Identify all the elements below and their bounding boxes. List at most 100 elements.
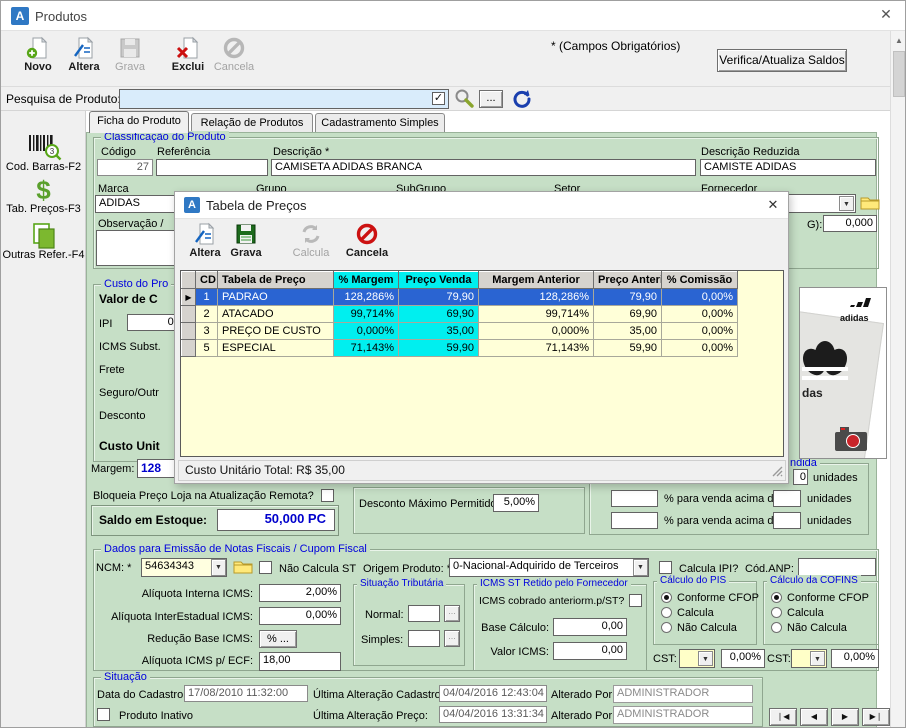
normal-field[interactable] <box>408 605 440 622</box>
col-tabela[interactable]: Tabela de Preço <box>218 272 334 289</box>
novo-button[interactable]: Novo <box>15 36 61 73</box>
produtos-window: A Produtos ✕ Novo Altera Grava Exclui Ca… <box>0 0 906 728</box>
cofins-radio-calcula[interactable] <box>771 607 782 618</box>
desconto-max-box <box>353 487 585 534</box>
pis-cst-pct-field[interactable]: 0,00% <box>721 649 765 668</box>
search-checkbox[interactable]: ✓ <box>432 92 445 105</box>
col-cd[interactable]: CD <box>196 272 218 289</box>
normal-more-button[interactable]: ... <box>444 605 460 622</box>
dialog-grava-button[interactable]: Grava <box>225 222 267 259</box>
pis-radio-calcula[interactable] <box>661 607 672 618</box>
dialog-close-icon[interactable]: ✕ <box>763 197 783 215</box>
peso-field[interactable]: 0,000 <box>823 215 877 232</box>
sidebar-item-cod-barras[interactable]: 3 Cod. Barras-F2 <box>1 133 86 173</box>
cofins-cst-dropdown-icon[interactable]: ▼ <box>810 651 825 666</box>
tab-ficha-do-produto[interactable]: Ficha do Produto <box>89 111 189 133</box>
product-image[interactable]: adidas das <box>799 287 887 459</box>
aliq-inter-field[interactable]: 0,00% <box>259 607 341 625</box>
pis-cst-combo[interactable]: ▼ <box>679 649 715 668</box>
bloqueia-checkbox[interactable] <box>321 489 334 502</box>
vertical-scrollbar[interactable]: ▲ <box>890 31 906 728</box>
dialog-cancela-button[interactable]: Cancela <box>343 222 391 259</box>
icms-cobrado-checkbox[interactable] <box>629 594 642 607</box>
ncm-folder-icon[interactable] <box>233 559 253 574</box>
pct-acima-field-2[interactable] <box>611 512 658 529</box>
col-preco-anterior[interactable]: Preço Anterior <box>594 272 662 289</box>
pct-acima-field-1[interactable] <box>611 490 658 507</box>
col-margem-anterior[interactable]: Margem Anterior <box>479 272 594 289</box>
saldo-field[interactable]: 50,000 PC <box>217 509 335 531</box>
exclui-button[interactable]: Exclui <box>165 36 211 73</box>
ncm-dropdown-icon[interactable]: ▼ <box>211 559 226 576</box>
table-row-padrao[interactable]: ▶ 1 PADRAO 128,286% 79,90 128,286% 79,90… <box>182 289 738 306</box>
scrollbar-thumb[interactable] <box>893 51 905 97</box>
table-row-especial[interactable]: 5 ESPECIAL 71,143% 59,90 71,143% 59,90 0… <box>182 340 738 357</box>
scroll-up-icon[interactable]: ▲ <box>892 33 906 48</box>
verify-saldos-button[interactable]: Verifica/Atualiza Saldos <box>717 49 847 72</box>
pis-cst-dropdown-icon[interactable]: ▼ <box>698 651 713 666</box>
qtd-acima-field-1[interactable] <box>773 490 801 507</box>
simples-more-button[interactable]: ... <box>444 630 460 647</box>
table-row-atacado[interactable]: 2 ATACADO 99,714% 69,90 99,714% 69,90 0,… <box>182 306 738 323</box>
codigo-field[interactable]: 27 <box>97 159 153 176</box>
origem-label: Origem Produto: * <box>363 563 451 575</box>
produto-inativo-checkbox[interactable] <box>97 708 110 721</box>
cofins-cst-pct-field[interactable]: 0,00% <box>831 649 879 668</box>
cofins-radio-cfop[interactable] <box>771 592 782 603</box>
tab-cadastramento-simples[interactable]: Cadastramento Simples <box>315 113 445 133</box>
origem-dropdown-icon[interactable]: ▼ <box>633 559 648 576</box>
nav-prev-button[interactable]: ◀ <box>800 708 828 726</box>
cod-anp-field[interactable] <box>798 558 876 576</box>
qtd-acima-field-2[interactable] <box>773 512 801 529</box>
tab-relacao-de-produtos[interactable]: Relação de Produtos <box>191 113 313 133</box>
resize-grip-icon[interactable] <box>772 466 783 477</box>
folder-icon[interactable] <box>860 195 880 210</box>
origem-combo[interactable]: 0-Nacional-Adquirido de Terceiros <box>449 558 649 577</box>
search-icon[interactable] <box>453 88 475 110</box>
sidebar-item-tab-precos[interactable]: $ Tab. Preços-F3 <box>1 177 86 215</box>
nav-next-button[interactable]: ▶ <box>831 708 859 726</box>
ipi-label: IPI <box>99 318 112 330</box>
reducao-button[interactable]: % ... <box>259 630 297 648</box>
adidas-brand-text: adidas <box>840 313 869 323</box>
dialog-calcula-button[interactable]: Calcula <box>287 222 335 259</box>
cofins-cfop-label: Conforme CFOP <box>787 592 869 604</box>
grava-button[interactable]: Grava <box>107 36 153 73</box>
valor-icms-field[interactable]: 0,00 <box>553 642 627 660</box>
svg-text:3: 3 <box>49 147 54 156</box>
col-margem[interactable]: % Margem <box>334 272 399 289</box>
col-preco-venda[interactable]: Preço Venda <box>399 272 479 289</box>
nao-calcula-st-checkbox[interactable] <box>259 561 272 574</box>
desconto-label: Desconto <box>99 410 145 422</box>
cofins-cst-combo[interactable]: ▼ <box>791 649 827 668</box>
camera-icon[interactable] <box>834 426 868 452</box>
close-icon[interactable]: ✕ <box>873 6 899 26</box>
simples-field[interactable] <box>408 630 440 647</box>
calcula-ipi-label: Calcula IPI? <box>679 563 738 575</box>
nav-last-button[interactable]: ▶❘ <box>862 708 890 726</box>
cancela-button[interactable]: Cancela <box>211 36 257 73</box>
descricao-reduzida-field[interactable]: CAMISTE ADIDAS <box>700 159 876 176</box>
aliq-ecf-combo[interactable]: 18,00 <box>259 652 341 671</box>
nav-first-button[interactable]: ❘◀ <box>769 708 797 726</box>
search-input[interactable] <box>119 89 449 109</box>
altera-button[interactable]: Altera <box>61 36 107 73</box>
base-calculo-field[interactable]: 0,00 <box>553 618 627 636</box>
dialog-altera-button[interactable]: Altera <box>184 222 226 259</box>
table-row-preco-de-custo[interactable]: 3 PREÇO DE CUSTO 0,000% 35,00 0,000% 35,… <box>182 323 738 340</box>
chevron-down-icon[interactable]: ▼ <box>839 196 854 211</box>
aliq-interna-field[interactable]: 2,00% <box>259 584 341 602</box>
pis-radio-cfop[interactable] <box>661 592 672 603</box>
search-more-button[interactable]: ... <box>479 90 503 108</box>
desconto-max-field[interactable]: 5,00% <box>493 494 539 512</box>
referencia-field[interactable] <box>156 159 268 176</box>
refresh-icon[interactable] <box>512 89 532 109</box>
col-comissao[interactable]: % Comissão <box>662 272 738 289</box>
cofins-radio-nao-calcula[interactable] <box>771 622 782 633</box>
descricao-field[interactable]: CAMISETA ADIDAS BRANCA <box>271 159 696 176</box>
qtde-zero-field[interactable]: 0 <box>793 469 808 485</box>
edit-page-icon <box>61 36 107 60</box>
pis-radio-nao-calcula[interactable] <box>661 622 672 633</box>
calcula-ipi-checkbox[interactable] <box>659 561 672 574</box>
sidebar-item-outras-refer[interactable]: Outras Refer.-F4 <box>1 223 86 261</box>
